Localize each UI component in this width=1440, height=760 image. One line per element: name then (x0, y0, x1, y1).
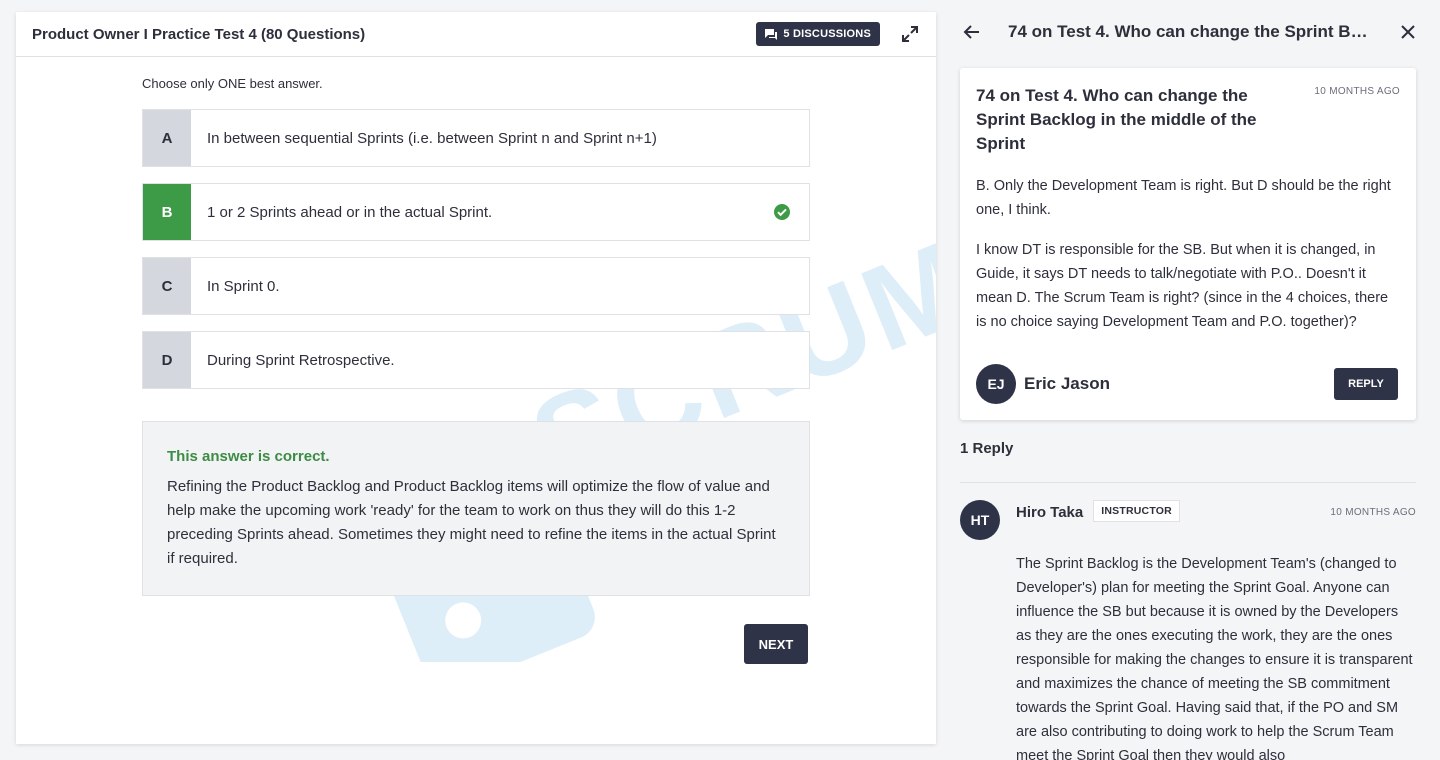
reply-count: 1 Reply (960, 440, 1014, 457)
option-c[interactable]: C In Sprint 0. (142, 257, 810, 315)
answer-feedback: This answer is correct. Refining the Pro… (142, 421, 810, 596)
feedback-title: This answer is correct. (167, 448, 330, 465)
next-button[interactable]: NEXT (744, 624, 808, 664)
discussion-header-title: 74 on Test 4. Who can change the Sprint … (1008, 22, 1368, 41)
option-text: In Sprint 0. (207, 277, 280, 295)
avatar: HT (960, 500, 1000, 540)
quiz-title: Product Owner I Practice Test 4 (80 Ques… (32, 25, 366, 43)
post-author: EJ Eric Jason REPLY (976, 364, 1398, 404)
option-text: 1 or 2 Sprints ahead or in the actual Sp… (207, 203, 493, 221)
quiz-panel: Product Owner I Practice Test 4 (80 Ques… (16, 12, 936, 744)
question-area: Choose only ONE best answer. A In betwee… (142, 76, 810, 596)
reply-header: HT Hiro Taka INSTRUCTOR 10 MONTHS AGO (960, 500, 1416, 540)
avatar: EJ (976, 364, 1016, 404)
back-arrow-icon[interactable] (962, 22, 982, 42)
discussion-header: 74 on Test 4. Who can change the Sprint … (952, 0, 1440, 64)
instruction-text: Choose only ONE best answer. (142, 76, 323, 91)
option-letter: C (143, 258, 191, 314)
post-paragraph: I know DT is responsible for the SB. But… (976, 242, 1389, 330)
post-header: 74 on Test 4. Who can change the Sprint … (976, 84, 1400, 156)
feedback-text: Refining the Product Backlog and Product… (167, 478, 776, 567)
option-a[interactable]: A In between sequential Sprints (i.e. be… (142, 109, 810, 167)
discussions-button[interactable]: 5 DISCUSSIONS (756, 22, 880, 46)
quiz-header: Product Owner I Practice Test 4 (80 Ques… (16, 12, 936, 57)
check-circle-icon (774, 204, 790, 220)
discussion-post: 74 on Test 4. Who can change the Sprint … (960, 68, 1416, 420)
option-d[interactable]: D During Sprint Retrospective. (142, 331, 810, 389)
post-paragraph: B. Only the Development Team is right. B… (976, 178, 1391, 218)
discussions-label: 5 DISCUSSIONS (783, 28, 871, 40)
option-letter: B (143, 184, 191, 240)
reply-text: The Sprint Backlog is the Development Te… (1016, 556, 1413, 760)
option-letter: D (143, 332, 191, 388)
post-title: 74 on Test 4. Who can change the Sprint … (976, 86, 1257, 153)
divider (960, 482, 1416, 483)
post-body: B. Only the Development Team is right. B… (976, 174, 1400, 334)
instructor-badge: INSTRUCTOR (1093, 500, 1180, 522)
option-letter: A (143, 110, 191, 166)
option-b[interactable]: B 1 or 2 Sprints ahead or in the actual … (142, 183, 810, 241)
reply-item: HT Hiro Taka INSTRUCTOR 10 MONTHS AGO Th… (960, 500, 1416, 760)
expand-icon[interactable] (900, 24, 920, 44)
reply-button[interactable]: REPLY (1334, 368, 1398, 400)
author-name: Eric Jason (1024, 374, 1110, 393)
reply-author-name: Hiro Taka (1016, 504, 1084, 521)
option-text: During Sprint Retrospective. (207, 351, 395, 369)
close-icon[interactable] (1398, 22, 1418, 42)
post-timestamp: 10 MONTHS AGO (1314, 86, 1400, 97)
discussion-panel: 74 on Test 4. Who can change the Sprint … (952, 0, 1440, 760)
chat-icon (765, 28, 778, 40)
option-text: In between sequential Sprints (i.e. betw… (207, 129, 657, 147)
reply-timestamp: 10 MONTHS AGO (1330, 507, 1416, 518)
